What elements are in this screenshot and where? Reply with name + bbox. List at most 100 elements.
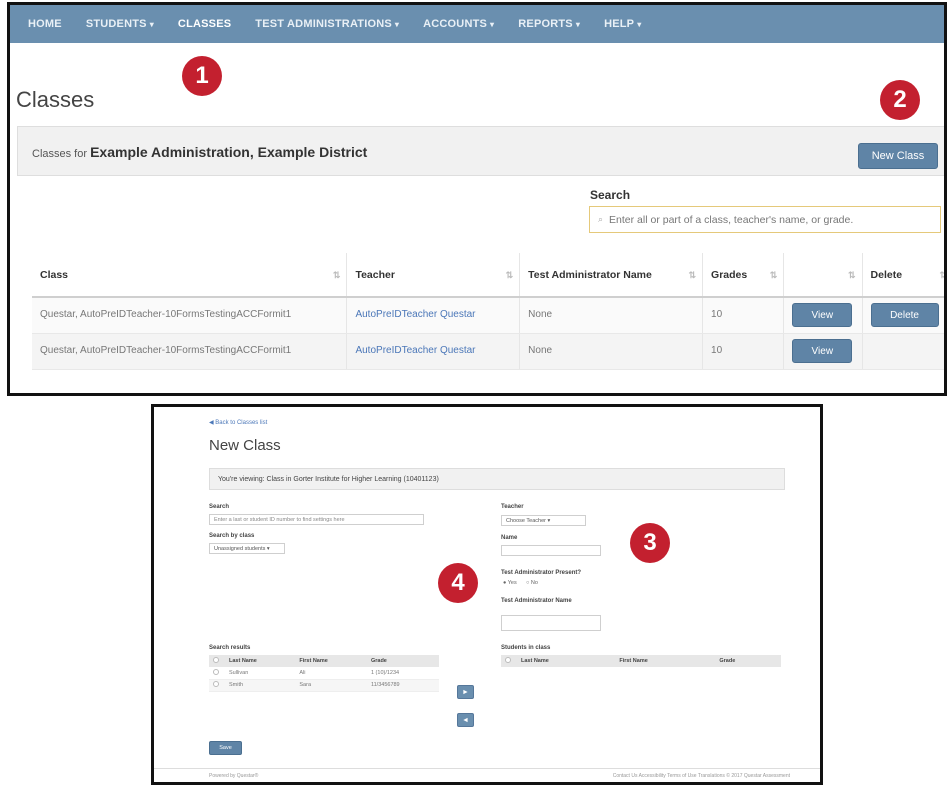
page-footer: Powered by Questar® Contact Us Accessibi… — [154, 768, 820, 782]
nav-help[interactable]: HELP ▾ — [594, 18, 655, 30]
chevron-down-icon: ▾ — [149, 20, 154, 29]
footer-powered-by: Powered by Questar® — [209, 773, 259, 779]
results-col-last-name[interactable]: Last Name — [225, 655, 296, 667]
classes-table: Class ⇅ Teacher ⇅ Test Administrator Name ⇅… — [32, 253, 944, 370]
administrator-cell: None — [519, 333, 704, 370]
grades-cell: 10 — [702, 333, 785, 370]
delete-cell — [862, 333, 944, 370]
list-item: Smith Sara 11/3456789 — [209, 679, 439, 692]
student-search-input[interactable]: Enter a last or student ID number to fin… — [209, 514, 424, 525]
search-by-class-label: Search by class — [209, 533, 255, 539]
class-roster-table: Last Name First Name Grade — [501, 655, 781, 667]
class-cell: Questar, AutoPreIDTeacher-10FormsTesting… — [32, 297, 348, 334]
name-label: Name — [501, 535, 518, 541]
row-checkbox[interactable] — [213, 668, 219, 675]
search-icon: ⌕ — [598, 214, 604, 224]
sort-icon[interactable]: ⇅ — [333, 270, 341, 281]
nav-classes[interactable]: CLASSES — [168, 18, 245, 30]
page-title: Classes — [16, 87, 95, 112]
sort-icon[interactable]: ⇅ — [506, 270, 514, 281]
arrow-right-icon: ► — [462, 688, 469, 696]
teacher-cell: AutoPreIDTeacher Questar — [346, 333, 521, 370]
column-header-grades[interactable]: Grades ⇅ — [702, 253, 785, 298]
top-nav-bar: HOME STUDENTS ▾ CLASSES TEST ADMINISTRATI… — [10, 5, 944, 43]
admin-name-label: Test Administrator Name — [501, 598, 572, 604]
class-cell: Questar, AutoPreIDTeacher-10FormsTesting… — [32, 333, 348, 370]
new-class-context-bar: You're viewing: Class in Gorter Institut… — [209, 468, 785, 490]
row-checkbox[interactable] — [213, 681, 219, 687]
new-class-button[interactable]: New Class — [858, 143, 938, 169]
administration-name: Example Administration, Example District — [90, 144, 368, 160]
view-button[interactable]: View — [792, 339, 853, 363]
new-class-screenshot: ◀ Back to Classes list New Class You're … — [151, 404, 823, 785]
column-header-class[interactable]: Class ⇅ — [32, 253, 348, 298]
view-button[interactable]: View — [792, 303, 853, 328]
teacher-label: Teacher — [501, 504, 524, 510]
nav-reports[interactable]: REPORTS ▾ — [508, 18, 594, 30]
chevron-down-icon: ▾ — [394, 20, 400, 29]
new-class-title: New Class — [209, 437, 281, 454]
students-in-class-label: Students in class — [501, 645, 551, 651]
search-input[interactable]: ⌕ Enter all or part of a class, teacher'… — [589, 206, 941, 233]
teacher-link[interactable]: AutoPreIDTeacher Questar — [355, 345, 475, 356]
nav-accounts[interactable]: ACCOUNTS ▾ — [413, 18, 508, 30]
sort-icon[interactable]: ⇅ — [688, 270, 696, 281]
teacher-select[interactable]: Choose Teacher ▾ — [501, 515, 586, 526]
list-item: Sullivan Ali 1 (10)/1234 — [209, 667, 439, 680]
chevron-down-icon: ▾ — [637, 20, 642, 29]
roster-header-row: Last Name First Name Grade — [501, 655, 781, 667]
roster-col-last-name[interactable]: Last Name — [517, 655, 616, 667]
column-header-teacher[interactable]: Teacher ⇅ — [346, 253, 521, 298]
results-col-grade[interactable]: Grade — [366, 655, 439, 667]
nav-test-administrations[interactable]: TEST ADMINISTRATIONS ▾ — [245, 18, 413, 30]
column-header-view[interactable]: ⇅ — [783, 253, 863, 298]
view-cell: View — [783, 333, 863, 370]
results-header-row: Last Name First Name Grade — [209, 655, 439, 667]
panel-subheading: Classes for Example Administration, Exam… — [32, 144, 368, 160]
roster-col-first-name[interactable]: First Name — [615, 655, 716, 667]
delete-cell: Delete — [862, 297, 944, 334]
admin-present-label: Test Administrator Present? — [501, 570, 582, 576]
sort-icon[interactable]: ⇅ — [770, 270, 778, 281]
table-header-row: Class ⇅ Teacher ⇅ Test Administrator Name ⇅… — [32, 253, 944, 298]
remove-student-button[interactable]: ◄ — [457, 713, 474, 727]
grades-cell: 10 — [702, 297, 785, 334]
view-cell: View — [783, 297, 863, 334]
classes-panel-header: Classes for Example Administration, Exam… — [17, 126, 944, 176]
roster-col-grade[interactable]: Grade — [715, 655, 781, 667]
chevron-down-icon: ▾ — [575, 20, 581, 29]
select-all-checkbox[interactable] — [505, 657, 511, 663]
column-header-test-administrator[interactable]: Test Administrator Name ⇅ — [519, 253, 704, 298]
results-col-first-name[interactable]: First Name — [295, 655, 367, 667]
search-by-class-select[interactable]: Unassigned students ▾ — [209, 543, 285, 554]
sort-icon[interactable]: ⇅ — [939, 270, 944, 281]
back-to-classes-link[interactable]: ◀ Back to Classes list — [209, 419, 267, 426]
column-header-delete[interactable]: Delete ⇅ — [862, 253, 944, 298]
select-all-checkbox[interactable] — [213, 657, 219, 663]
admin-present-yes-radio[interactable]: ● Yes — [503, 580, 517, 586]
sort-icon[interactable]: ⇅ — [848, 270, 856, 281]
admin-present-no-radio[interactable]: ○ No — [526, 580, 538, 586]
classes-screenshot: HOME STUDENTS ▾ CLASSES TEST ADMINISTRATI… — [7, 2, 947, 396]
teacher-link[interactable]: AutoPreIDTeacher Questar — [355, 309, 475, 320]
nav-students[interactable]: STUDENTS ▾ — [76, 18, 168, 30]
footer-links[interactable]: Contact Us Accessibility Terms of Use Tr… — [613, 773, 790, 779]
table-row: Questar, AutoPreIDTeacher-10FormsTesting… — [32, 297, 944, 334]
callout-badge-3: 3 — [630, 523, 670, 563]
student-search-label: Search — [209, 504, 230, 510]
callout-badge-2: 2 — [880, 80, 920, 120]
admin-name-input[interactable] — [501, 615, 601, 631]
search-results-label: Search results — [209, 645, 251, 651]
teacher-cell: AutoPreIDTeacher Questar — [346, 297, 521, 334]
chevron-down-icon: ▾ — [490, 20, 495, 29]
administrator-cell: None — [519, 297, 704, 334]
callout-badge-1: 1 — [182, 56, 222, 96]
table-row: Questar, AutoPreIDTeacher-10FormsTesting… — [32, 333, 944, 370]
class-name-input[interactable] — [501, 545, 601, 556]
delete-button[interactable]: Delete — [870, 303, 939, 328]
save-button[interactable]: Save — [209, 741, 242, 755]
add-student-button[interactable]: ► — [457, 685, 474, 699]
search-label: Search — [590, 188, 631, 202]
search-results-table: Last Name First Name Grade Sullivan Ali … — [209, 655, 439, 692]
nav-home[interactable]: HOME — [18, 18, 76, 30]
